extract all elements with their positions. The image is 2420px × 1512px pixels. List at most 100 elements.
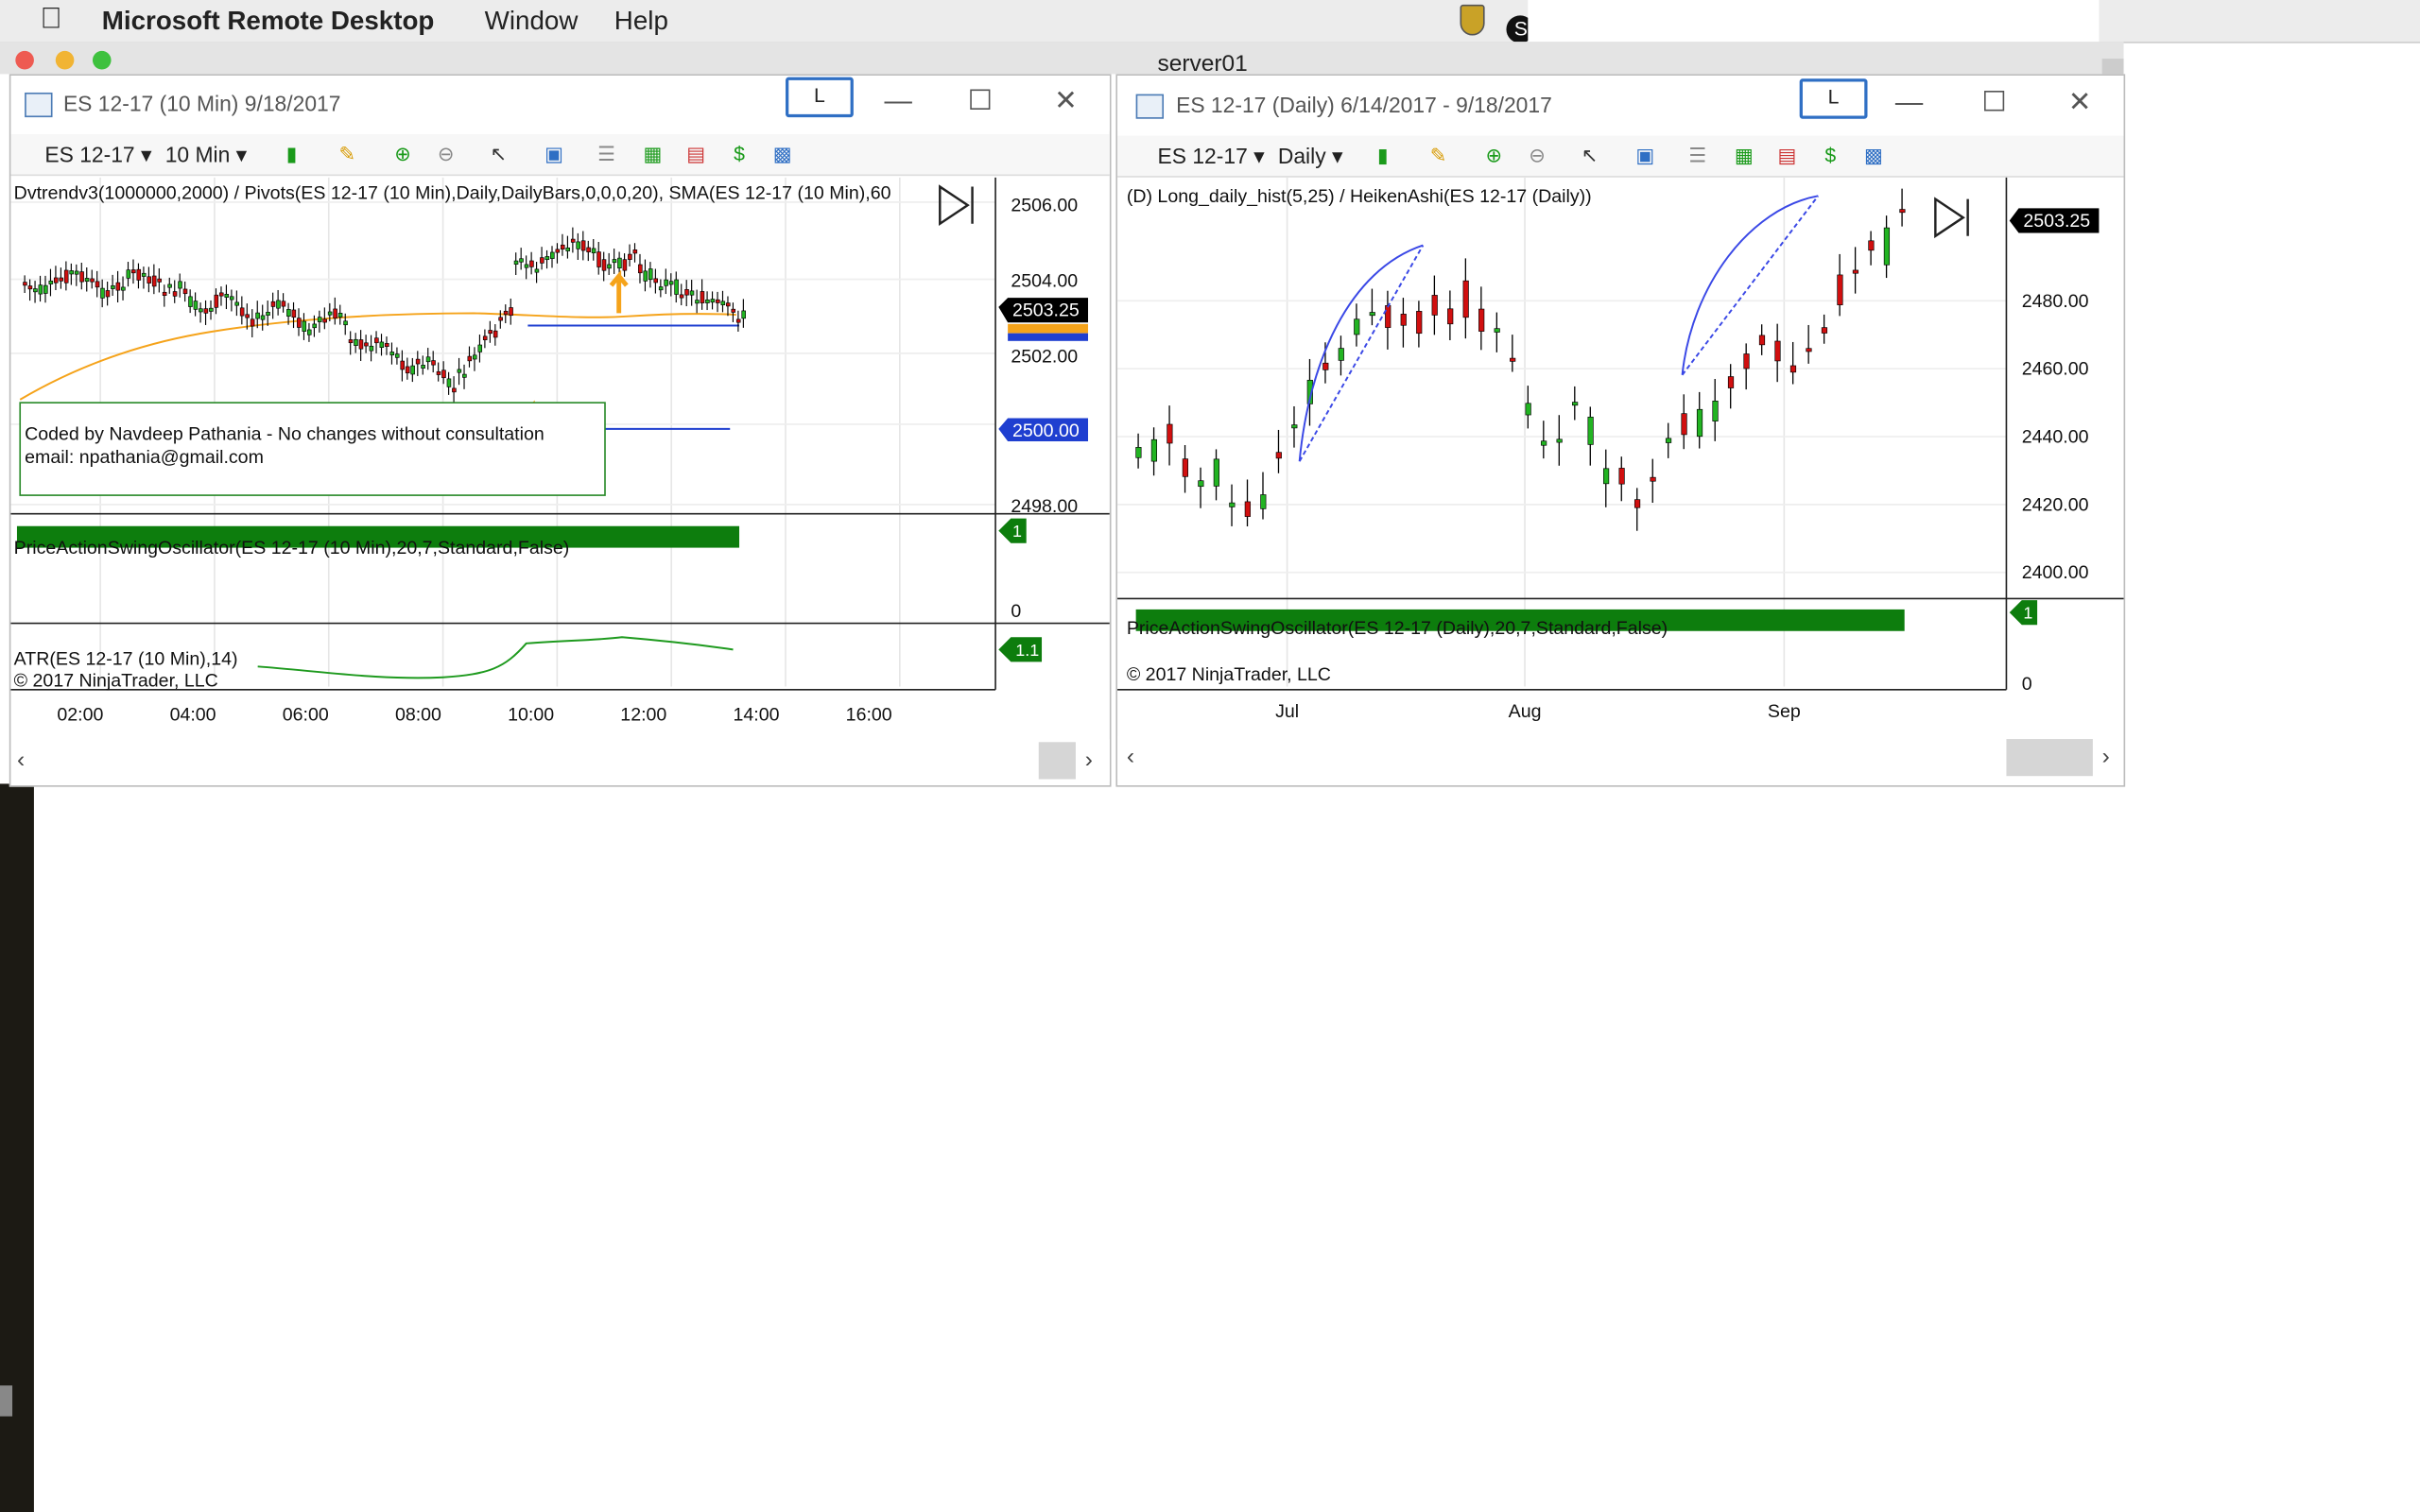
link-button[interactable]: L <box>786 77 854 118</box>
maximize-icon[interactable]: ☐ <box>1981 86 2006 118</box>
candle <box>1743 353 1750 369</box>
candle <box>612 259 617 264</box>
scroll-left-icon[interactable]: ‹ <box>17 747 25 773</box>
candle <box>1369 312 1375 317</box>
scroll-thumb[interactable] <box>1038 742 1076 780</box>
interval-selector[interactable]: Daily ▾ <box>1278 144 1343 170</box>
candle <box>452 387 457 393</box>
candle <box>1385 305 1392 328</box>
candle <box>43 284 48 294</box>
candle <box>1696 408 1703 438</box>
candle <box>182 288 188 295</box>
candle <box>482 335 488 340</box>
candle <box>632 249 638 254</box>
candle <box>1275 452 1282 459</box>
apple-icon[interactable]:  <box>40 3 61 37</box>
zoom-in-icon[interactable]: ⊕ <box>390 142 415 166</box>
candle <box>570 238 576 243</box>
candle <box>1244 501 1251 517</box>
candle <box>1789 365 1797 373</box>
candle <box>1650 476 1656 482</box>
close-dot-icon[interactable] <box>15 50 34 70</box>
bar-type-icon[interactable]: ▮ <box>1371 144 1395 168</box>
candle <box>731 308 736 313</box>
candle <box>1774 340 1781 362</box>
scroll-left-icon[interactable]: ‹ <box>1127 744 1134 770</box>
zoom-out-icon[interactable]: ⊖ <box>1525 144 1549 168</box>
chart-trader-icon[interactable]: $ <box>1818 144 1842 168</box>
interval-selector[interactable]: 10 Min ▾ <box>165 142 247 168</box>
instrument-selector[interactable]: ES 12-17 ▾ <box>44 142 151 168</box>
app-menu[interactable]: Microsoft Remote Desktop <box>102 7 435 38</box>
chart-window-daily[interactable]: ES 12-17 (Daily) 6/14/2017 - 9/18/2017 L… <box>1115 74 2126 787</box>
candle <box>63 269 69 284</box>
candle <box>100 287 105 299</box>
candle <box>446 378 452 387</box>
scroll-right-icon[interactable]: › <box>1085 747 1093 773</box>
data-box-icon[interactable]: ▣ <box>542 142 566 166</box>
properties-icon[interactable]: ☰ <box>595 142 619 166</box>
pointer-icon[interactable]: ↖ <box>1578 144 1602 168</box>
zoom-in-icon[interactable]: ⊕ <box>1481 144 1506 168</box>
window-title: ES 12-17 (Daily) 6/14/2017 - 9/18/2017 <box>1176 92 1552 118</box>
minimize-dot-icon[interactable] <box>55 50 75 70</box>
candle <box>115 282 121 291</box>
candle <box>394 353 400 358</box>
draw-pencil-icon[interactable]: ✎ <box>1426 144 1451 168</box>
indicators-icon[interactable]: ▦ <box>641 142 666 166</box>
candle <box>239 307 245 317</box>
candle <box>209 307 214 312</box>
candle <box>151 275 157 287</box>
pointer-icon[interactable]: ↖ <box>486 142 510 166</box>
indicators-icon[interactable]: ▦ <box>1732 144 1756 168</box>
templates-icon[interactable]: ▩ <box>1861 144 1886 168</box>
horizontal-scrollbar[interactable]: ‹ › <box>1117 735 2124 780</box>
shield-icon[interactable] <box>1460 4 1485 36</box>
candle <box>638 264 643 274</box>
candle <box>477 344 483 352</box>
scroll-thumb[interactable] <box>2006 739 2093 777</box>
candle <box>509 307 513 317</box>
properties-icon[interactable]: ☰ <box>1685 144 1710 168</box>
chart-window-icon <box>25 92 53 118</box>
close-icon[interactable]: ✕ <box>1054 85 1078 117</box>
minimize-icon[interactable]: — <box>885 85 912 117</box>
strategies-icon[interactable]: ▤ <box>1775 144 1800 168</box>
chart-window-10min[interactable]: ES 12-17 (10 Min) 9/18/2017 L — ☐ ✕ ES 1… <box>9 74 1112 787</box>
copyright-label: © 2017 NinjaTrader, LLC <box>14 671 218 692</box>
window-titlebar: ES 12-17 (Daily) 6/14/2017 - 9/18/2017 L… <box>1117 75 2124 131</box>
zoom-out-icon[interactable]: ⊖ <box>434 142 458 166</box>
candle <box>591 248 596 253</box>
candle <box>1727 376 1735 388</box>
link-button[interactable]: L <box>1799 78 1868 119</box>
maximize-icon[interactable]: ☐ <box>968 85 993 117</box>
candle <box>79 271 84 283</box>
candle <box>141 272 147 277</box>
chart-toolbar: ES 12-17 ▾ 10 Min ▾ ▮ ✎ ⊕ ⊖ ↖ ▣ ☰ ▦ ▤ $ … <box>10 134 1110 177</box>
candle <box>105 290 111 298</box>
candle <box>1462 280 1469 318</box>
chart-10min[interactable]: Dvtrendv3(1000000,2000) / Pivots(ES 12-1… <box>10 177 1110 736</box>
time-tick: 02:00 <box>57 704 103 725</box>
draw-pencil-icon[interactable]: ✎ <box>335 142 359 166</box>
candle <box>1837 274 1843 305</box>
bar-type-icon[interactable]: ▮ <box>280 142 304 166</box>
instrument-selector[interactable]: ES 12-17 ▾ <box>1157 144 1264 170</box>
window-menu[interactable]: Window <box>485 7 579 38</box>
candle <box>664 279 668 286</box>
chart-daily[interactable]: (D) Long_daily_hist(5,25) / HeikenAshi(E… <box>1117 177 2124 736</box>
help-menu[interactable]: Help <box>614 7 668 38</box>
chart-trader-icon[interactable]: $ <box>727 142 752 166</box>
strategies-icon[interactable]: ▤ <box>683 142 708 166</box>
candle <box>260 315 266 320</box>
candle <box>405 366 410 374</box>
candle <box>53 277 59 284</box>
candle <box>607 264 612 269</box>
scroll-right-icon[interactable]: › <box>2102 744 2110 770</box>
templates-icon[interactable]: ▩ <box>770 142 795 166</box>
zoom-dot-icon[interactable] <box>92 50 112 70</box>
minimize-icon[interactable]: — <box>1895 86 1923 118</box>
horizontal-scrollbar[interactable]: ‹ › <box>10 739 1110 782</box>
data-box-icon[interactable]: ▣ <box>1633 144 1657 168</box>
close-icon[interactable]: ✕ <box>2068 86 2092 118</box>
